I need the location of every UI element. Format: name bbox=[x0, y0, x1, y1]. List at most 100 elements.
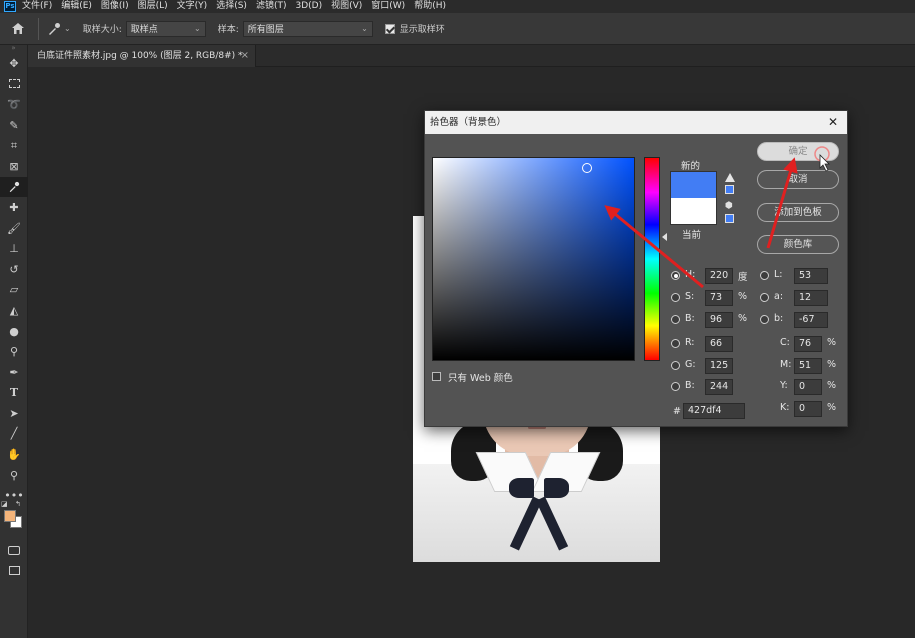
menu-3d[interactable]: 3D(D) bbox=[295, 0, 322, 13]
yellow-input[interactable]: 0 bbox=[794, 379, 822, 395]
dialog-title-bar[interactable]: 拾色器（背景色） ✕ bbox=[425, 111, 847, 134]
foreground-color-swatch[interactable] bbox=[4, 510, 16, 523]
hex-input[interactable]: 427df4 bbox=[683, 403, 745, 419]
screen-mode-icon[interactable] bbox=[0, 561, 28, 582]
menu-view[interactable]: 视图(V) bbox=[331, 0, 362, 13]
web-colors-only-checkbox[interactable] bbox=[432, 372, 441, 381]
options-bar: ⌄ 取样大小: 取样点 ⌄ 样本: 所有图层 ⌄ 显示取样环 bbox=[0, 13, 915, 45]
menu-file[interactable]: 文件(F) bbox=[22, 0, 52, 13]
blue-radio[interactable] bbox=[671, 382, 680, 391]
lasso-tool-icon[interactable]: ➰ bbox=[0, 94, 28, 115]
blur-tool-icon[interactable]: ● bbox=[0, 321, 28, 342]
menu-edit[interactable]: 编辑(E) bbox=[61, 0, 92, 13]
lab-l-radio[interactable] bbox=[760, 271, 769, 280]
hue-slider-handle-icon[interactable] bbox=[662, 233, 667, 241]
red-radio[interactable] bbox=[671, 339, 680, 348]
black-unit: % bbox=[827, 402, 837, 413]
hue-input[interactable]: 220 bbox=[705, 268, 733, 284]
magenta-input[interactable]: 51 bbox=[794, 358, 822, 374]
home-icon bbox=[12, 23, 24, 34]
eyedropper-preset-button[interactable]: ⌄ bbox=[47, 22, 71, 36]
magenta-unit: % bbox=[827, 359, 837, 370]
saturation-brightness-field[interactable] bbox=[432, 157, 635, 361]
healing-brush-tool-icon[interactable]: ✚ bbox=[0, 197, 28, 218]
green-radio[interactable] bbox=[671, 361, 680, 370]
home-button[interactable] bbox=[6, 19, 30, 39]
eraser-tool-icon[interactable]: ▱ bbox=[0, 280, 28, 301]
black-input[interactable]: 0 bbox=[794, 401, 822, 417]
move-tool-icon[interactable]: ✥ bbox=[0, 53, 28, 74]
out-of-gamut-warning-icon[interactable] bbox=[725, 173, 735, 182]
web-safe-color-swatch[interactable] bbox=[725, 214, 734, 223]
menu-layer[interactable]: 图层(L) bbox=[138, 0, 168, 13]
hand-tool-icon[interactable]: ✋ bbox=[0, 444, 28, 465]
brightness-label: B: bbox=[685, 313, 695, 324]
type-tool-icon[interactable]: T bbox=[0, 383, 28, 404]
line-tool-icon[interactable]: ╱ bbox=[0, 424, 28, 445]
lab-a-label: a: bbox=[774, 291, 784, 302]
lab-a-radio[interactable] bbox=[760, 293, 769, 302]
new-color-label: 新的 bbox=[681, 161, 701, 172]
document-tab[interactable]: 白底证件照素材.jpg @ 100% (图层 2, RGB/8#) * × bbox=[28, 45, 256, 67]
zoom-tool-icon[interactable]: ⚲ bbox=[0, 465, 28, 486]
lab-a-input[interactable]: 12 bbox=[794, 290, 828, 306]
green-label: G: bbox=[685, 359, 696, 370]
panel-grip-icon[interactable]: » bbox=[0, 45, 27, 53]
hue-slider[interactable] bbox=[644, 157, 660, 361]
menu-select[interactable]: 选择(S) bbox=[216, 0, 247, 13]
saturation-radio[interactable] bbox=[671, 293, 680, 302]
menu-help[interactable]: 帮助(H) bbox=[414, 0, 446, 13]
menu-type[interactable]: 文字(Y) bbox=[177, 0, 208, 13]
clone-stamp-tool-icon[interactable]: ⊥ bbox=[0, 238, 28, 259]
web-safe-cube-icon[interactable]: ⬢ bbox=[725, 201, 733, 211]
dodge-tool-icon[interactable]: ⚲ bbox=[0, 341, 28, 362]
marquee-tool-icon[interactable] bbox=[0, 74, 28, 95]
blue-input[interactable]: 244 bbox=[705, 379, 733, 395]
hue-unit: 度 bbox=[738, 272, 748, 283]
sample-size-value: 取样点 bbox=[130, 25, 158, 35]
saturation-input[interactable]: 73 bbox=[705, 290, 733, 306]
cancel-button[interactable]: 取消 bbox=[757, 170, 839, 189]
history-brush-tool-icon[interactable]: ↺ bbox=[0, 259, 28, 280]
brightness-radio[interactable] bbox=[671, 315, 680, 324]
menu-image[interactable]: 图像(I) bbox=[101, 0, 129, 13]
close-icon[interactable]: ✕ bbox=[828, 111, 838, 134]
add-to-swatches-button[interactable]: 添加到色板 bbox=[757, 203, 839, 222]
red-input[interactable]: 66 bbox=[705, 336, 733, 352]
lab-l-label: L: bbox=[774, 269, 783, 280]
pen-tool-icon[interactable]: ✒ bbox=[0, 362, 28, 383]
close-icon[interactable]: × bbox=[241, 45, 249, 67]
menu-filter[interactable]: 滤镜(T) bbox=[256, 0, 287, 13]
eyedropper-tool-icon[interactable] bbox=[0, 176, 28, 198]
lab-b-radio[interactable] bbox=[760, 315, 769, 324]
frame-tool-icon[interactable]: ⊠ bbox=[0, 156, 28, 177]
tools-panel: » ✥ ➰ ✎ ⌗ ⊠ ✚ 🖌 ⊥ ↺ ▱ ◭ ● ⚲ ✒ T ➤ ╱ ✋ ⚲ … bbox=[0, 45, 28, 638]
default-colors-icon[interactable]: ◪ bbox=[1, 500, 8, 508]
current-color-swatch[interactable] bbox=[670, 198, 717, 225]
show-sampling-ring-checkbox[interactable] bbox=[384, 23, 395, 34]
paint-bucket-tool-icon[interactable]: ◭ bbox=[0, 300, 28, 321]
sample-size-select[interactable]: 取样点 ⌄ bbox=[125, 20, 206, 37]
menu-window[interactable]: 窗口(W) bbox=[371, 0, 405, 13]
sample-select[interactable]: 所有图层 ⌄ bbox=[242, 20, 373, 37]
swap-colors-icon[interactable]: ↰ bbox=[15, 500, 21, 508]
bow-tie-shape bbox=[509, 478, 569, 500]
color-libraries-button[interactable]: 颜色库 bbox=[757, 235, 839, 254]
quick-selection-tool-icon[interactable]: ✎ bbox=[0, 115, 28, 136]
dialog-title: 拾色器（背景色） bbox=[430, 117, 507, 128]
cyan-input[interactable]: 76 bbox=[794, 336, 822, 352]
lab-l-input[interactable]: 53 bbox=[794, 268, 828, 284]
ok-button[interactable]: 确定 bbox=[757, 142, 839, 161]
green-input[interactable]: 125 bbox=[705, 358, 733, 374]
hue-radio[interactable] bbox=[671, 271, 680, 280]
brush-tool-icon[interactable]: 🖌 bbox=[0, 218, 28, 239]
path-selection-tool-icon[interactable]: ➤ bbox=[0, 403, 28, 424]
crop-tool-icon[interactable]: ⌗ bbox=[0, 135, 28, 156]
brightness-input[interactable]: 96 bbox=[705, 312, 733, 328]
gamut-color-swatch[interactable] bbox=[725, 185, 734, 194]
document-tab-title: 白底证件照素材.jpg @ 100% (图层 2, RGB/8#) * bbox=[37, 51, 243, 61]
black-label: K: bbox=[780, 402, 790, 413]
color-marker-icon[interactable] bbox=[582, 163, 592, 173]
quick-mask-icon[interactable] bbox=[0, 540, 28, 561]
lab-b-input[interactable]: -67 bbox=[794, 312, 828, 328]
